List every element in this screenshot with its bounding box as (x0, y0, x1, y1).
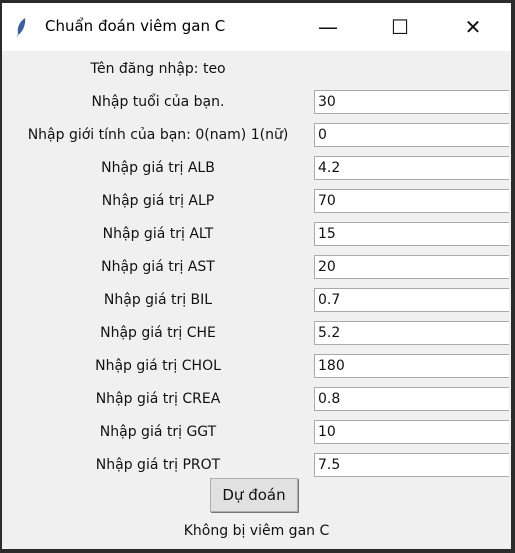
field-row: Nhập giá trị ALP 70 (2, 185, 511, 218)
field-row: Nhập giá trị CHE 5.2 (2, 317, 511, 350)
field-row: Nhập giá trị BIL 0.7 (2, 284, 511, 317)
window-title: Chuẩn đoán viêm gan C (45, 17, 226, 35)
field-label: Nhập giá trị GGT (99, 424, 217, 440)
field-label: Nhập giá trị BIL (103, 292, 213, 308)
title-bar: Chuẩn đoán viêm gan C — ☐ ✕ (2, 3, 511, 51)
field-label: Nhập giá trị ALP (101, 193, 215, 209)
field-input[interactable]: 70 (314, 189, 509, 213)
field-input[interactable]: 4.2 (314, 156, 509, 180)
username-row: Tên đăng nhập: teo (2, 53, 511, 86)
field-label: Nhập giá trị AST (101, 259, 215, 275)
field-row: Nhập giới tính của bạn: 0(nam) 1(nữ) 0 (2, 119, 511, 152)
field-row: Nhập giá trị ALT 15 (2, 218, 511, 251)
field-label: Nhập giá trị PROT (95, 457, 221, 473)
field-label: Nhập tuổi của bạn. (91, 94, 225, 110)
field-label: Nhập giá trị CREA (95, 391, 221, 407)
field-input[interactable]: 0 (314, 123, 509, 147)
close-button[interactable]: ✕ (450, 3, 496, 51)
result-label: Không bị viêm gan C (183, 523, 330, 539)
field-row: Nhập giá trị CREA 0.8 (2, 383, 511, 416)
field-row: Nhập giá trị GGT 10 (2, 416, 511, 449)
predict-button[interactable]: Dự đoán (210, 478, 298, 512)
field-input[interactable]: 0.8 (314, 387, 509, 411)
field-input[interactable]: 5.2 (314, 321, 509, 345)
field-label: Nhập giới tính của bạn: 0(nam) 1(nữ) (27, 127, 289, 143)
username-label: Tên đăng nhập: teo (90, 61, 226, 77)
field-input[interactable]: 10 (314, 420, 509, 444)
maximize-button[interactable]: ☐ (377, 3, 423, 51)
minimize-button[interactable]: — (305, 3, 351, 51)
field-input[interactable]: 0.7 (314, 288, 509, 312)
field-row: Nhập tuổi của bạn. 30 (2, 86, 511, 119)
app-window: Chuẩn đoán viêm gan C — ☐ ✕ Tên đăng nhậ… (2, 3, 511, 549)
field-row: Nhập giá trị AST 20 (2, 251, 511, 284)
field-input[interactable]: 180 (314, 354, 509, 378)
field-label: Nhập giá trị CHOL (95, 358, 221, 374)
field-label: Nhập giá trị CHE (100, 325, 216, 341)
field-label: Nhập giá trị ALT (102, 226, 214, 242)
field-row: Nhập giá trị ALB 4.2 (2, 152, 511, 185)
feather-icon (16, 18, 26, 38)
field-input[interactable]: 30 (314, 90, 509, 114)
field-label: Nhập giá trị ALB (101, 160, 215, 176)
field-input[interactable]: 7.5 (314, 453, 509, 477)
field-input[interactable]: 20 (314, 255, 509, 279)
field-row: Nhập giá trị CHOL 180 (2, 350, 511, 383)
field-input[interactable]: 15 (314, 222, 509, 246)
